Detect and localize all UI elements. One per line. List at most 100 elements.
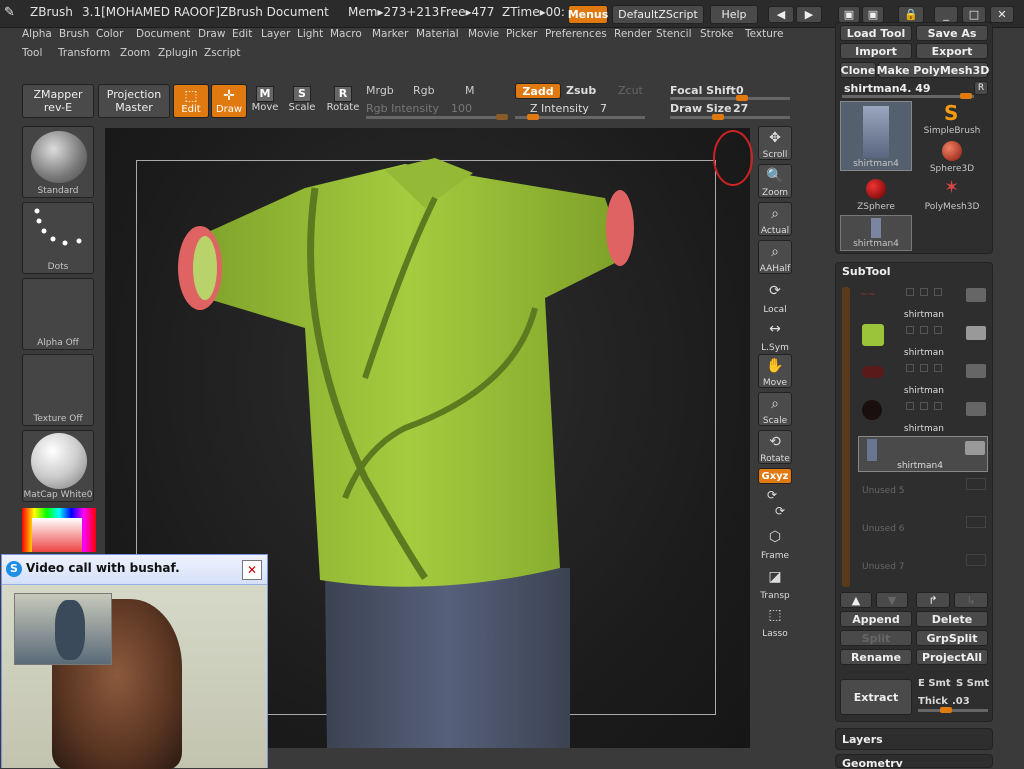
tool-thumb-zsphere[interactable]: ZSphere [840,177,912,213]
menu-document[interactable]: Document [136,28,190,40]
s-smt-toggle[interactable]: S Smt [956,678,989,689]
menu-picker[interactable]: Picker [506,28,537,40]
menus-button[interactable]: Menus [568,5,608,24]
menu-draw[interactable]: Draw [198,28,225,40]
append-button[interactable]: Append [840,611,912,627]
r-button[interactable]: R [974,81,988,95]
make-polymesh-button[interactable]: Make PolyMesh3D [877,62,989,78]
move-button[interactable]: M Move [251,86,279,118]
scroll-button[interactable]: ✥ Scroll [758,126,792,160]
color-swatch[interactable] [32,518,82,552]
import-button[interactable]: Import [840,43,912,59]
scroll-right-icon[interactable]: ▶ [796,6,822,23]
subtool-item[interactable]: shirtman [858,322,988,358]
subtool-item[interactable]: shirtman [858,360,988,396]
skype-video-window[interactable]: S Video call with bushaf. ✕ [1,554,268,769]
tool-thumb-polymesh3d[interactable]: ✶ PolyMesh3D [916,177,988,213]
layers-header[interactable]: Layers [842,733,883,746]
save-as-button[interactable]: Save As [916,25,988,41]
lock-icon[interactable]: 🔒 [898,6,924,23]
actual-button[interactable]: ⌕ Actual [758,202,792,236]
extract-button[interactable]: Extract [840,679,912,715]
load-tool-button[interactable]: Load Tool [840,25,912,41]
layout-alt-icon[interactable]: ▣ [862,6,884,23]
menu-brush[interactable]: Brush [59,28,89,40]
menu-stencil[interactable]: Stencil [656,28,692,40]
move-view-button[interactable]: ✋ Move [758,354,792,388]
rotate-view-button[interactable]: ⟲ Rotate [758,430,792,464]
redo-arrow-icon[interactable]: ↱ [916,592,950,608]
menu-preferences[interactable]: Preferences [545,28,607,40]
menu-zoom[interactable]: Zoom [120,47,150,59]
menu-movie[interactable]: Movie [468,28,499,40]
visibility-eye-icon[interactable] [966,326,986,340]
z-intensity-slider[interactable] [515,114,645,120]
menu-render[interactable]: Render [614,28,651,40]
zadd-button[interactable]: Zadd [515,83,561,99]
alpha-thumb[interactable]: Alpha Off [22,278,94,350]
move-up-icon[interactable]: ▲ [840,592,872,608]
menu-stroke[interactable]: Stroke [700,28,733,40]
scale-view-button[interactable]: ⌕ Scale [758,392,792,426]
tool-slider[interactable] [842,93,974,99]
menu-texture[interactable]: Texture [745,28,783,40]
xyz-toggle[interactable]: Gxyz [758,468,792,484]
rgb-intensity-slider[interactable] [366,114,508,120]
delete-button[interactable]: Delete [916,611,988,627]
color-picker[interactable] [22,508,96,552]
focal-shift-slider[interactable] [670,95,790,101]
menu-transform[interactable]: Transform [58,47,110,59]
move-down-icon[interactable]: ▼ [876,592,908,608]
e-smt-toggle[interactable]: E Smt [918,678,951,689]
standard-brush-thumb[interactable]: Standard [22,126,94,198]
menu-edit[interactable]: Edit [232,28,252,40]
material-thumb[interactable]: MatCap White0 [22,430,94,502]
help-button[interactable]: Help [710,5,758,24]
lasso-button[interactable]: ⬚ Lasso [758,604,792,639]
transp-button[interactable]: ◪ Transp [758,566,792,601]
rotate-button[interactable]: R Rotate [326,86,360,118]
local-button[interactable]: ⟳ Local [758,280,792,315]
texture-thumb[interactable]: Texture Off [22,354,94,426]
frame-button[interactable]: ⬡ Frame [758,526,792,561]
export-button[interactable]: Export [916,43,988,59]
visibility-eye-icon[interactable] [966,364,986,378]
thick-slider[interactable] [918,707,988,713]
minimize-icon[interactable]: _ [934,6,958,23]
projection-master-button[interactable]: Projection Master [98,84,170,118]
rotate-z-icon[interactable]: ⟳ [775,504,785,518]
mrgb-button[interactable]: Mrgb [366,84,394,97]
subtool-scrollbar[interactable] [842,287,850,587]
menu-light[interactable]: Light [297,28,323,40]
aahalf-button[interactable]: ⌕ AAHalf [758,240,792,274]
tool-thumb-simplebrush[interactable]: S SimpleBrush [916,101,988,137]
clone-button[interactable]: Clone [840,62,876,78]
split-button[interactable]: Split [840,630,912,646]
rotate-y-icon[interactable]: ⟳ [767,488,777,502]
scroll-left-icon[interactable]: ◀ [768,6,794,23]
tool-thumb-shirtman[interactable]: shirtman4 [840,101,912,171]
maximize-icon[interactable]: □ [962,6,986,23]
menu-material[interactable]: Material [416,28,459,40]
skype-titlebar[interactable]: S Video call with bushaf. ✕ [2,555,267,585]
subtool-header[interactable]: SubTool [842,265,891,278]
zcut-button[interactable]: Zcut [618,84,643,97]
lsym-button[interactable]: ↔ L.Sym [758,318,792,353]
tool-thumb-sphere3d[interactable]: Sphere3D [916,139,988,175]
menu-zscript[interactable]: Zscript [204,47,240,59]
menu-zplugin[interactable]: Zplugin [158,47,198,59]
menu-layer[interactable]: Layer [261,28,290,40]
menu-tool[interactable]: Tool [22,47,42,59]
zsub-button[interactable]: Zsub [566,84,596,97]
menu-marker[interactable]: Marker [372,28,408,40]
geometry-header[interactable]: Geometry [842,757,903,767]
default-zscript-button[interactable]: DefaultZScript [612,5,704,24]
projectall-button[interactable]: ProjectAll [916,649,988,665]
subtool-item[interactable]: ~~ shirtman [858,284,988,320]
subtool-item[interactable]: shirtman [858,398,988,434]
menu-macro[interactable]: Macro [330,28,362,40]
dots-stroke-thumb[interactable]: Dots [22,202,94,274]
subtool-item-selected[interactable]: shirtman4 [858,436,988,472]
rgb-button[interactable]: Rgb [413,84,435,97]
visibility-eye-icon[interactable] [966,402,986,416]
